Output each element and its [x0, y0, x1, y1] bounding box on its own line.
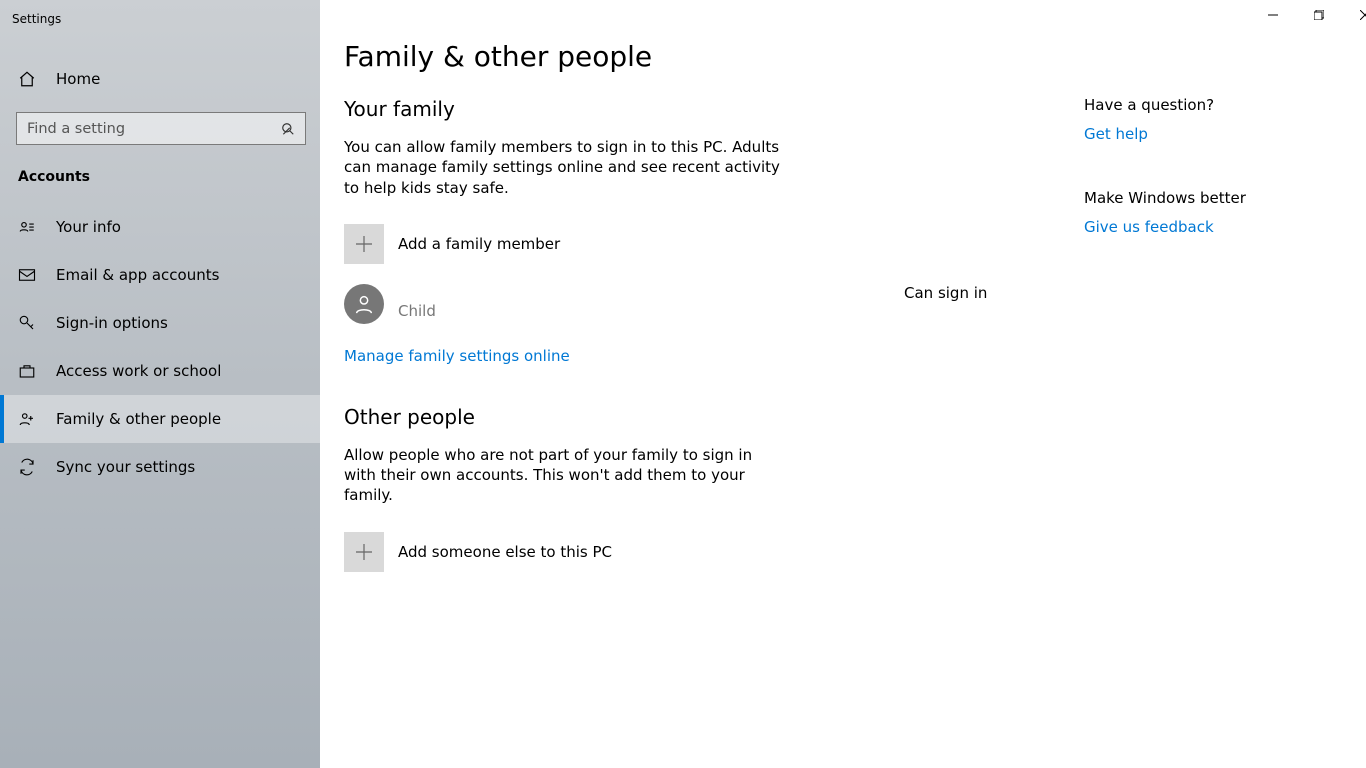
sync-icon — [18, 458, 36, 476]
minimize-button[interactable] — [1250, 0, 1296, 30]
plus-icon — [344, 224, 384, 264]
family-icon — [18, 410, 36, 428]
briefcase-icon — [18, 362, 36, 380]
sidebar-item-sync[interactable]: Sync your settings — [0, 443, 320, 491]
member-info: Child — [398, 284, 890, 320]
plus-icon — [344, 532, 384, 572]
search-input[interactable] — [27, 121, 281, 137]
family-member-row[interactable]: Child Can sign in — [344, 284, 1024, 324]
sidebar-item-work[interactable]: Access work or school — [0, 347, 320, 395]
question-title: Have a question? — [1084, 96, 1364, 114]
help-block: Have a question? Get help — [1084, 96, 1364, 143]
sidebar-item-label: Family & other people — [56, 410, 221, 428]
add-other-user-button[interactable]: Add someone else to this PC — [344, 532, 1024, 572]
feedback-block: Make Windows better Give us feedback — [1084, 189, 1364, 236]
search-box[interactable] — [16, 112, 306, 145]
sidebar: Settings Home Accounts — [0, 0, 320, 768]
sidebar-item-label: Email & app accounts — [56, 266, 219, 284]
maximize-button[interactable] — [1296, 0, 1342, 30]
family-description: You can allow family members to sign in … — [344, 137, 784, 198]
nav-list: Your info Email & app accounts Sign-in o… — [0, 203, 320, 491]
sidebar-item-label: Your info — [56, 218, 121, 236]
mail-icon — [18, 266, 36, 284]
sidebar-item-label: Sync your settings — [56, 458, 195, 476]
search-icon — [281, 122, 295, 136]
add-family-label: Add a family member — [398, 235, 560, 253]
feedback-title: Make Windows better — [1084, 189, 1364, 207]
avatar-icon — [344, 284, 384, 324]
page-title: Family & other people — [344, 40, 1024, 73]
add-other-label: Add someone else to this PC — [398, 543, 612, 561]
add-family-member-button[interactable]: Add a family member — [344, 224, 1024, 264]
content-main: Family & other people Your family You ca… — [344, 40, 1024, 612]
other-people-section: Other people Allow people who are not pa… — [344, 405, 1024, 572]
sidebar-item-label: Sign-in options — [56, 314, 168, 332]
key-icon — [18, 314, 36, 332]
title-bar — [1250, 0, 1366, 30]
family-heading: Your family — [344, 97, 1024, 121]
member-status: Can sign in — [904, 284, 1024, 302]
sidebar-item-signin[interactable]: Sign-in options — [0, 299, 320, 347]
main-area: Family & other people Your family You ca… — [320, 0, 1366, 768]
other-description: Allow people who are not part of your fa… — [344, 445, 784, 506]
search-container — [0, 100, 320, 159]
manage-family-link[interactable]: Manage family settings online — [344, 347, 570, 365]
sidebar-item-your-info[interactable]: Your info — [0, 203, 320, 251]
category-header: Accounts — [0, 159, 320, 195]
window-title: Settings — [0, 8, 320, 30]
aside: Have a question? Get help Make Windows b… — [1084, 40, 1364, 612]
home-button[interactable]: Home — [0, 58, 320, 100]
person-card-icon — [18, 218, 36, 236]
home-label: Home — [56, 70, 100, 88]
member-role: Child — [398, 302, 890, 320]
feedback-link[interactable]: Give us feedback — [1084, 218, 1214, 236]
family-section: Your family You can allow family members… — [344, 97, 1024, 365]
close-button[interactable] — [1342, 0, 1366, 30]
content: Family & other people Your family You ca… — [320, 0, 1366, 636]
get-help-link[interactable]: Get help — [1084, 125, 1148, 143]
sidebar-item-label: Access work or school — [56, 362, 221, 380]
sidebar-item-email[interactable]: Email & app accounts — [0, 251, 320, 299]
sidebar-item-family[interactable]: Family & other people — [0, 395, 320, 443]
other-heading: Other people — [344, 405, 1024, 429]
home-icon — [18, 70, 36, 88]
